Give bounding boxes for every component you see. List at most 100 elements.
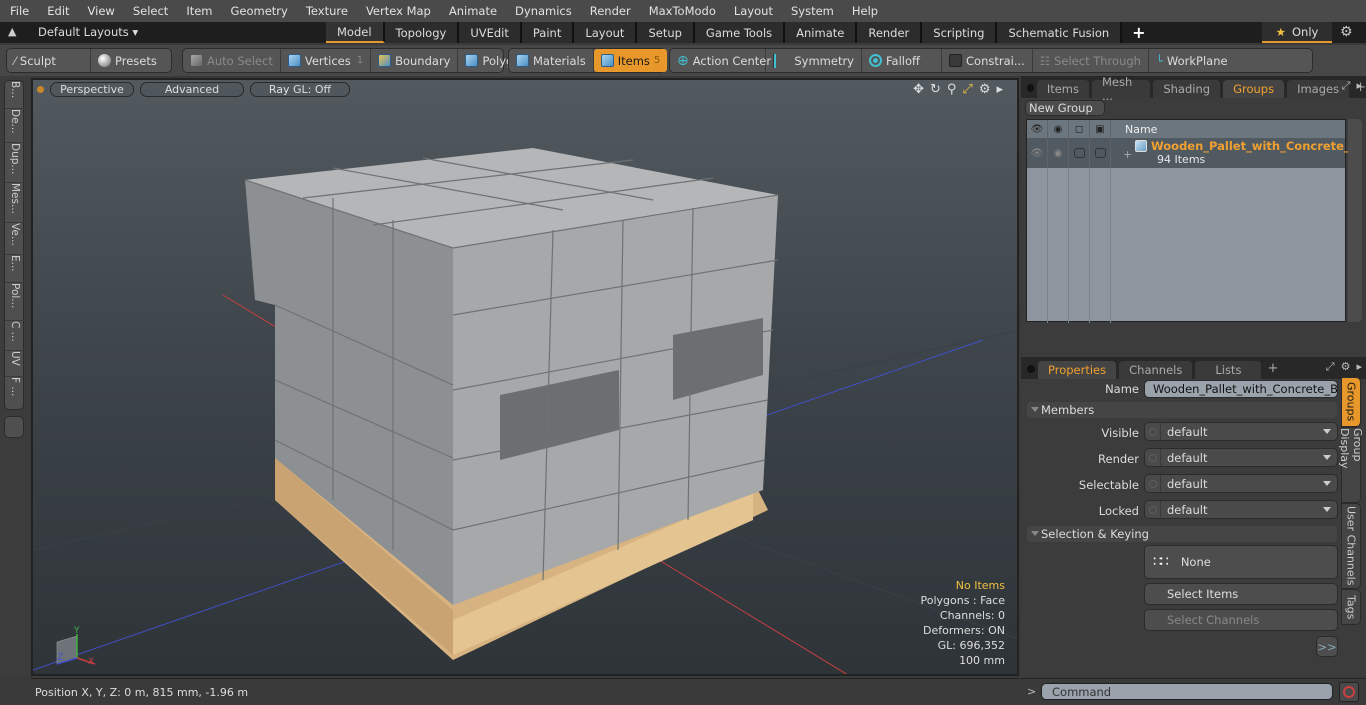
select-items-button[interactable]: Select Items <box>1144 583 1338 605</box>
tab-shading[interactable]: Shading <box>1153 80 1221 98</box>
viewport-gear-icon[interactable]: ⚙ <box>979 82 991 97</box>
side-tab-user-channels[interactable]: User Channels <box>1341 503 1361 589</box>
tab-paint[interactable]: Paint <box>521 22 575 43</box>
render-camera-icon[interactable]: ◉ <box>1048 120 1069 138</box>
action-center-button[interactable]: ⊕ Action Center <box>670 49 771 72</box>
rotate-icon[interactable]: ↻ <box>930 82 941 97</box>
zoom-icon[interactable]: ⚲ <box>947 82 957 97</box>
menu-select[interactable]: Select <box>123 4 176 18</box>
tab-uvedit[interactable]: UVEdit <box>459 22 522 43</box>
tool-tab-basic[interactable]: B... <box>5 81 25 109</box>
auto-select-button[interactable]: Auto Select <box>183 49 281 72</box>
locked-dropdown[interactable]: default <box>1144 500 1338 519</box>
maximize-icon[interactable]: ⤢ <box>962 82 972 97</box>
row-render-icon[interactable]: ◉ <box>1048 138 1069 168</box>
add-panel-tab-icon[interactable]: + <box>1267 361 1278 376</box>
maximize-panel-icon[interactable]: ⤢ <box>1342 79 1351 93</box>
menu-maxtomodo[interactable]: MaxToModo <box>639 4 724 18</box>
side-tab-groups[interactable]: Groups <box>1341 377 1361 427</box>
tab-render[interactable]: Render <box>857 22 923 43</box>
materials-button[interactable]: Materials <box>509 49 594 72</box>
group-row[interactable]: 👁 ◉ + Wooden_Pallet_with_Concrete_... 94… <box>1027 138 1363 168</box>
visible-dropdown[interactable]: default <box>1144 422 1338 441</box>
tab-schematic-fusion[interactable]: Schematic Fusion <box>997 22 1123 43</box>
tab-mesh[interactable]: Mesh ... <box>1092 75 1151 103</box>
tab-setup[interactable]: Setup <box>637 22 695 43</box>
presets-button[interactable]: Presets <box>91 49 164 72</box>
row-select-toggle[interactable] <box>1090 138 1111 168</box>
more-button[interactable]: >> <box>1316 636 1338 657</box>
constraints-button[interactable]: Constrai... <box>942 49 1033 72</box>
menu-animate[interactable]: Animate <box>439 4 505 18</box>
collapse-up-icon[interactable]: ▲ <box>8 25 16 38</box>
menu-system[interactable]: System <box>781 4 842 18</box>
menu-item[interactable]: Item <box>176 4 220 18</box>
symmetry-button[interactable]: Symmetry <box>766 49 862 72</box>
tab-model[interactable]: Model <box>326 22 385 43</box>
add-tab-button[interactable]: + <box>1122 22 1155 43</box>
maximize-panel-icon[interactable]: ⤢ <box>1326 360 1335 374</box>
tab-lists[interactable]: Lists <box>1195 361 1262 379</box>
select-through-button[interactable]: ☷ Select Through <box>1033 49 1149 72</box>
tab-layout[interactable]: Layout <box>574 22 638 43</box>
command-input[interactable]: Command <box>1041 683 1333 700</box>
items-button[interactable]: Items 5 <box>593 49 668 72</box>
tab-properties[interactable]: Properties <box>1038 361 1117 379</box>
tab-game-tools[interactable]: Game Tools <box>694 22 786 43</box>
select-cube-icon[interactable]: ▣ <box>1090 120 1111 138</box>
groups-list-scrollbar[interactable] <box>1348 119 1362 322</box>
expand-arrow-icon[interactable]: ▸ <box>996 82 1003 97</box>
tool-tab-uv[interactable]: UV <box>5 351 25 377</box>
group-name-input[interactable]: Wooden_Pallet_with_Concrete_Blocks <box>1144 380 1338 398</box>
name-column-header[interactable]: Name <box>1111 120 1157 138</box>
panel-arrow-icon[interactable]: ▸ <box>1356 79 1362 93</box>
3d-viewport[interactable]: Y X Z Perspective Advanced Ray GL: Off ✥… <box>31 78 1019 676</box>
only-toggle[interactable]: ★ Only <box>1262 22 1332 43</box>
menu-texture[interactable]: Texture <box>296 4 356 18</box>
boundary-button[interactable]: Boundary <box>371 49 459 72</box>
tab-animate[interactable]: Animate <box>785 22 858 43</box>
tool-tab-fusion[interactable]: F ... <box>5 377 25 409</box>
viewport-indicator-icon[interactable] <box>37 86 44 93</box>
menu-dynamics[interactable]: Dynamics <box>505 4 580 18</box>
menu-render[interactable]: Render <box>580 4 639 18</box>
raygl-toggle[interactable]: Ray GL: Off <box>250 82 350 97</box>
menu-vertex-map[interactable]: Vertex Map <box>356 4 439 18</box>
menu-edit[interactable]: Edit <box>37 4 77 18</box>
menu-file[interactable]: File <box>0 4 37 18</box>
menu-layout[interactable]: Layout <box>724 4 781 18</box>
tab-images[interactable]: Images <box>1287 80 1350 98</box>
tool-tab-vertex[interactable]: Ve... <box>5 223 25 255</box>
none-selection-button[interactable]: ∷∷ None <box>1144 545 1338 579</box>
selection-keying-section[interactable]: Selection & Keying <box>1027 526 1337 542</box>
lock-cube-icon[interactable]: ◻ <box>1069 120 1090 138</box>
gear-icon[interactable]: ⚙ <box>1340 24 1353 40</box>
pan-icon[interactable]: ✥ <box>913 82 924 97</box>
tool-tab-curve[interactable]: C ... <box>5 321 25 351</box>
tool-tab-extra[interactable] <box>4 416 24 438</box>
falloff-button[interactable]: Falloff <box>862 49 942 72</box>
tool-tab-edge[interactable]: E... <box>5 255 25 283</box>
tool-tab-polygon[interactable]: Pol... <box>5 283 25 321</box>
menu-geometry[interactable]: Geometry <box>221 4 296 18</box>
tool-tab-duplicate[interactable]: Dup... <box>5 143 25 183</box>
menu-view[interactable]: View <box>78 4 123 18</box>
expand-plus-icon[interactable]: + <box>1123 148 1132 161</box>
new-group-button[interactable]: New Group <box>1025 100 1105 116</box>
default-layouts-dropdown[interactable]: Default Layouts ▾ <box>38 25 138 39</box>
view-mode-dropdown[interactable]: Perspective <box>50 82 134 97</box>
tool-tab-mesh-edit[interactable]: Mes... <box>5 183 25 223</box>
row-lock-toggle[interactable] <box>1069 138 1090 168</box>
group-name[interactable]: Wooden_Pallet_with_Concrete_... <box>1151 139 1363 153</box>
render-dropdown[interactable]: default <box>1144 448 1338 467</box>
panel-gear-icon[interactable]: ⚙ <box>1341 360 1351 374</box>
menu-help[interactable]: Help <box>842 4 886 18</box>
record-macro-button[interactable] <box>1339 682 1359 702</box>
members-section[interactable]: Members <box>1027 402 1337 418</box>
workplane-button[interactable]: └ WorkPlane <box>1149 49 1235 72</box>
tab-items[interactable]: Items <box>1036 80 1089 98</box>
side-tab-group-display[interactable]: Group Display <box>1338 427 1364 503</box>
selectable-dropdown[interactable]: default <box>1144 474 1338 493</box>
visibility-eye-icon[interactable]: 👁 <box>1027 120 1048 138</box>
tab-channels[interactable]: Channels <box>1119 361 1193 379</box>
